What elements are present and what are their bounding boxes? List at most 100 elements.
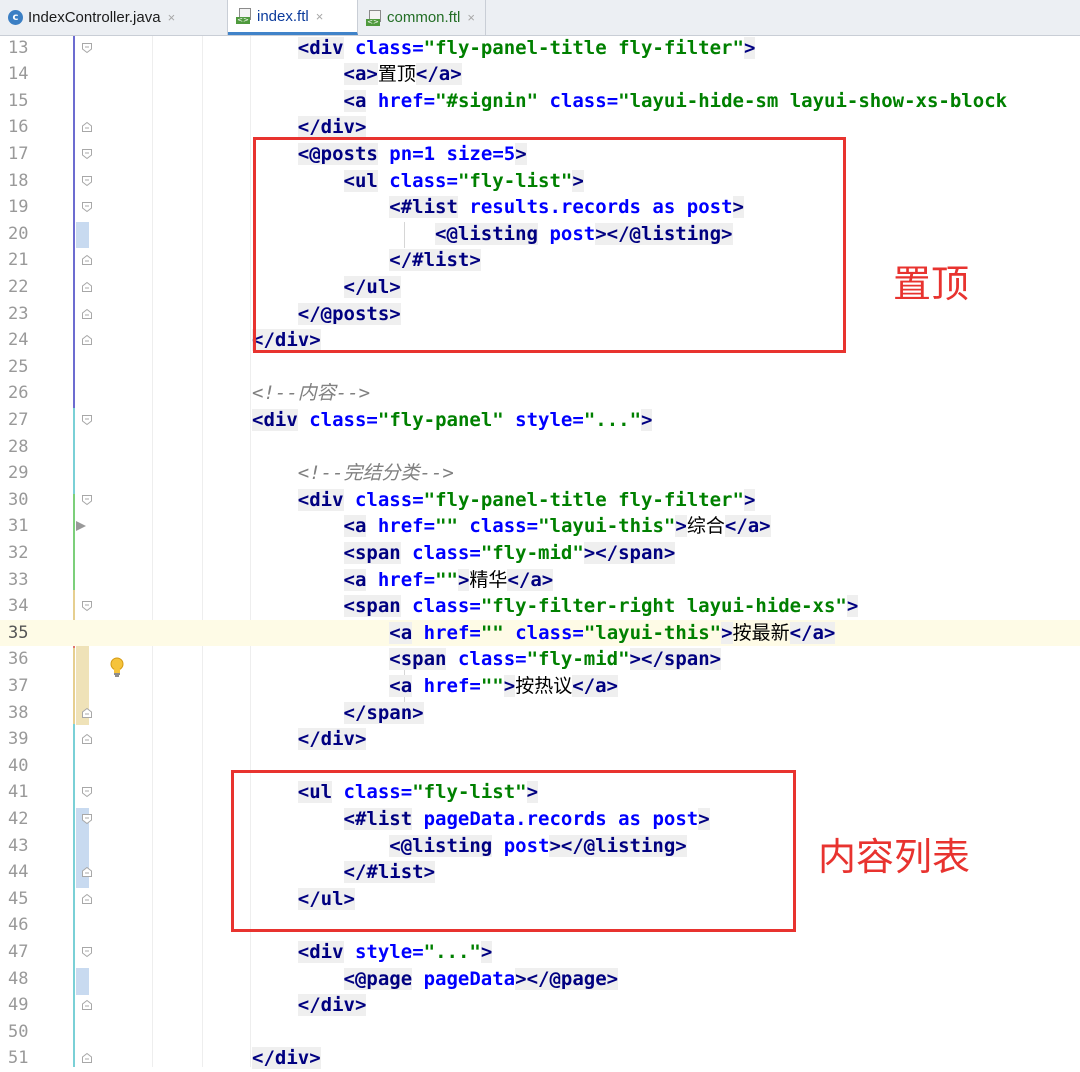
code-text: <a href="">按热议</a>	[389, 674, 618, 697]
line-number: 32	[8, 542, 29, 563]
code-text: <a>置顶</a>	[343, 63, 462, 86]
tab-indexcontroller-java[interactable]: c IndexController.java ×	[0, 0, 228, 35]
fold-close-icon[interactable]	[81, 334, 93, 346]
code-line[interactable]: 37 <a href="">按热议</a>	[0, 673, 1080, 700]
code-line[interactable]: 31 <a href="" class="layui-this">综合</a>	[0, 513, 1080, 540]
annotation-label-pinned: 置顶	[893, 262, 970, 306]
tab-index-ftl[interactable]: <> index.ftl ×	[228, 0, 358, 35]
line-number: 16	[8, 117, 29, 138]
line-number: 28	[8, 436, 29, 457]
code-line[interactable]: 34 <span class="fly-filter-right layui-h…	[0, 593, 1080, 620]
ftl-file-icon: <>	[366, 9, 382, 26]
line-number: 50	[8, 1021, 29, 1042]
code-line[interactable]: 30 <div class="fly-panel-title fly-filte…	[0, 487, 1080, 514]
tab-label: index.ftl	[257, 7, 309, 25]
line-number: 24	[8, 330, 29, 351]
close-icon[interactable]: ×	[467, 10, 475, 25]
code-line[interactable]: 29 <!--完结分类-->	[0, 460, 1080, 487]
code-text: <!--内容-->	[252, 382, 371, 405]
code-line[interactable]: 39 </div>	[0, 726, 1080, 753]
fold-close-icon[interactable]	[81, 893, 93, 905]
tab-label: IndexController.java	[28, 9, 161, 26]
code-line[interactable]: 27 <div class="fly-panel" style="...">	[0, 407, 1080, 434]
line-number: 13	[8, 37, 29, 58]
code-text: <span class="fly-filter-right layui-hide…	[343, 595, 859, 618]
line-number: 20	[8, 223, 29, 244]
collapsed-arrow-icon[interactable]	[76, 521, 86, 532]
fold-open-icon[interactable]	[81, 414, 93, 426]
line-number: 42	[8, 808, 29, 829]
line-number: 21	[8, 250, 29, 271]
fold-open-icon[interactable]	[81, 42, 93, 54]
fold-close-icon[interactable]	[81, 866, 93, 878]
code-line[interactable]: 15 <a href="#signin" class="layui-hide-s…	[0, 88, 1080, 115]
annotation-label-content-list: 内容列表	[818, 835, 971, 879]
fold-close-icon[interactable]	[81, 1052, 93, 1064]
line-number: 39	[8, 729, 29, 750]
fold-open-icon[interactable]	[81, 600, 93, 612]
fold-open-icon[interactable]	[81, 813, 93, 825]
fold-close-icon[interactable]	[81, 999, 93, 1011]
line-number: 35	[8, 622, 29, 643]
fold-open-icon[interactable]	[81, 175, 93, 187]
fold-open-icon[interactable]	[81, 148, 93, 160]
fold-close-icon[interactable]	[81, 254, 93, 266]
code-text: <a href="" class="layui-this">按最新</a>	[389, 621, 836, 644]
code-text: <div class="fly-panel-title fly-filter">	[297, 36, 756, 59]
annotation-box-pinned	[253, 137, 846, 353]
code-line[interactable]: 48 <@page pageData></@page>	[0, 966, 1080, 993]
code-line[interactable]: 13 <div class="fly-panel-title fly-filte…	[0, 35, 1080, 62]
code-text: </div>	[297, 994, 367, 1017]
line-number: 49	[8, 995, 29, 1016]
fold-open-icon[interactable]	[81, 494, 93, 506]
line-number: 46	[8, 915, 29, 936]
fold-close-icon[interactable]	[81, 707, 93, 719]
line-number: 26	[8, 383, 29, 404]
code-text: </div>	[252, 1047, 321, 1070]
code-line[interactable]: 47 <div style="...">	[0, 939, 1080, 966]
line-number: 47	[8, 941, 29, 962]
fold-open-icon[interactable]	[81, 786, 93, 798]
close-icon[interactable]: ×	[168, 10, 176, 25]
line-number: 22	[8, 276, 29, 297]
code-text: <!--完结分类-->	[297, 462, 454, 485]
code-text: <a href="">精华</a>	[343, 568, 554, 591]
code-line[interactable]: 38 </span>	[0, 700, 1080, 727]
fold-open-icon[interactable]	[81, 946, 93, 958]
code-line[interactable]: 33 <a href="">精华</a>	[0, 567, 1080, 594]
line-number: 25	[8, 356, 29, 377]
code-text: <@page pageData></@page>	[343, 967, 619, 990]
code-text: </div>	[297, 728, 367, 751]
code-text: </span>	[343, 701, 424, 724]
line-number: 36	[8, 649, 29, 670]
lightbulb-icon[interactable]	[109, 657, 125, 679]
line-number: 38	[8, 702, 29, 723]
code-line[interactable]: 26 <!--内容-->	[0, 380, 1080, 407]
fold-open-icon[interactable]	[81, 201, 93, 213]
line-number: 31	[8, 516, 29, 537]
tab-common-ftl[interactable]: <> common.ftl ×	[358, 0, 486, 35]
fold-close-icon[interactable]	[81, 733, 93, 745]
code-text: <a href="" class="layui-this">综合</a>	[343, 515, 771, 538]
code-line[interactable]: 25	[0, 354, 1080, 381]
fold-close-icon[interactable]	[81, 281, 93, 293]
line-number: 40	[8, 755, 29, 776]
code-line[interactable]: 32 <span class="fly-mid"></span>	[0, 540, 1080, 567]
code-line[interactable]: 14 <a>置顶</a>	[0, 61, 1080, 88]
editor-tab-bar: c IndexController.java × <> index.ftl × <> comm…	[0, 0, 1080, 36]
line-number: 14	[8, 64, 29, 85]
code-line[interactable]: 49 </div>	[0, 992, 1080, 1019]
line-number: 41	[8, 782, 29, 803]
line-number: 37	[8, 675, 29, 696]
fold-close-icon[interactable]	[81, 121, 93, 133]
fold-close-icon[interactable]	[81, 308, 93, 320]
code-line[interactable]: 35 <a href="" class="layui-this">按最新</a>	[0, 619, 1080, 647]
line-number: 45	[8, 888, 29, 909]
code-line[interactable]: 51 </div>	[0, 1045, 1080, 1072]
close-icon[interactable]: ×	[316, 9, 324, 24]
code-line[interactable]: 50	[0, 1019, 1080, 1046]
code-line[interactable]: 28	[0, 434, 1080, 461]
line-number: 19	[8, 197, 29, 218]
line-number: 23	[8, 303, 29, 324]
code-line[interactable]: 36 <span class="fly-mid"></span>	[0, 646, 1080, 673]
